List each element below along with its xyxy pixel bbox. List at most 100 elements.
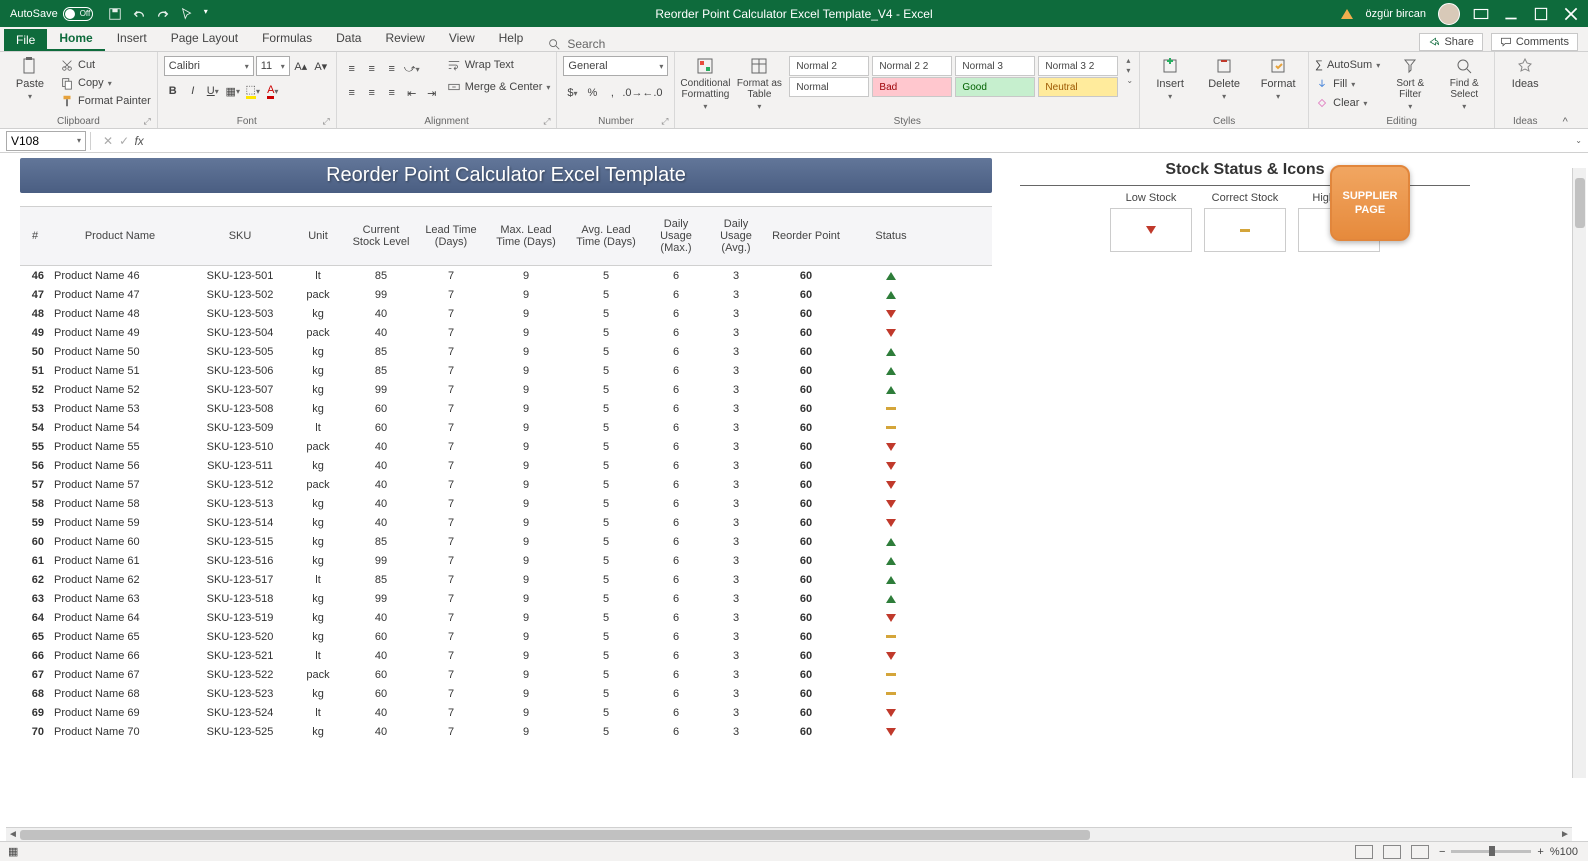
cell-style-normal[interactable]: Normal xyxy=(789,77,869,97)
tab-help[interactable]: Help xyxy=(487,27,536,51)
autosave-toggle[interactable]: Off xyxy=(63,7,93,21)
cell-style-normal-3[interactable]: Normal 3 xyxy=(955,56,1035,76)
formula-input[interactable] xyxy=(149,131,1567,151)
table-row[interactable]: 55Product Name 55SKU-123-510pack40795636… xyxy=(20,437,992,456)
tab-formulas[interactable]: Formulas xyxy=(250,27,324,51)
redo-icon[interactable] xyxy=(156,7,170,21)
cursor-icon[interactable] xyxy=(180,7,194,21)
table-row[interactable]: 49Product Name 49SKU-123-504pack40795636… xyxy=(20,323,992,342)
indent-decrease-icon[interactable]: ⇤ xyxy=(403,84,421,102)
indent-increase-icon[interactable]: ⇥ xyxy=(423,84,441,102)
currency-icon[interactable]: $▾ xyxy=(563,84,581,102)
collapse-ribbon-icon[interactable]: ^ xyxy=(1555,52,1575,128)
align-middle-icon[interactable]: ≡ xyxy=(363,60,381,78)
fill-button[interactable]: Fill▾ xyxy=(1315,75,1380,93)
orientation-icon[interactable]: ⤻▾ xyxy=(403,60,421,78)
table-row[interactable]: 53Product Name 53SKU-123-508kg607956360 xyxy=(20,399,992,418)
table-row[interactable]: 57Product Name 57SKU-123-512pack40795636… xyxy=(20,475,992,494)
table-row[interactable]: 66Product Name 66SKU-123-521lt407956360 xyxy=(20,646,992,665)
tab-view[interactable]: View xyxy=(437,27,487,51)
expand-formula-bar-icon[interactable]: ⌄ xyxy=(1575,136,1582,145)
fill-color-button[interactable]: ⬚▾ xyxy=(244,82,262,100)
delete-cells-button[interactable]: Delete▾ xyxy=(1200,56,1248,101)
supplier-page-button[interactable]: SUPPLIER PAGE xyxy=(1330,165,1410,241)
cell-style-normal-3-2[interactable]: Normal 3 2 xyxy=(1038,56,1118,76)
autosum-button[interactable]: ∑ AutoSum▾ xyxy=(1315,56,1380,74)
styles-up-icon[interactable]: ▴ xyxy=(1126,56,1133,65)
cell-style-bad[interactable]: Bad xyxy=(872,77,952,97)
percent-icon[interactable]: % xyxy=(583,84,601,102)
table-row[interactable]: 64Product Name 64SKU-123-519kg407956360 xyxy=(20,608,992,627)
align-bottom-icon[interactable]: ≡ xyxy=(383,60,401,78)
page-break-view-icon[interactable] xyxy=(1411,845,1429,859)
save-icon[interactable] xyxy=(108,7,122,21)
format-cells-button[interactable]: Format▾ xyxy=(1254,56,1302,101)
maximize-icon[interactable] xyxy=(1532,5,1550,23)
name-box[interactable]: V108▾ xyxy=(6,131,86,151)
horizontal-scrollbar[interactable]: ◄ ► xyxy=(6,827,1572,841)
minimize-icon[interactable] xyxy=(1502,5,1520,23)
italic-button[interactable]: I xyxy=(184,82,202,100)
cut-button[interactable]: Cut xyxy=(60,56,151,74)
table-row[interactable]: 56Product Name 56SKU-123-511kg407956360 xyxy=(20,456,992,475)
warning-icon[interactable] xyxy=(1341,9,1353,19)
table-row[interactable]: 51Product Name 51SKU-123-506kg857956360 xyxy=(20,361,992,380)
zoom-out-icon[interactable]: − xyxy=(1439,846,1445,858)
table-row[interactable]: 62Product Name 62SKU-123-517lt857956360 xyxy=(20,570,992,589)
tab-insert[interactable]: Insert xyxy=(105,27,159,51)
table-row[interactable]: 63Product Name 63SKU-123-518kg997956360 xyxy=(20,589,992,608)
avatar[interactable] xyxy=(1438,3,1460,25)
bold-button[interactable]: B xyxy=(164,82,182,100)
paste-button[interactable]: Paste▾ xyxy=(6,56,54,101)
comments-button[interactable]: Comments xyxy=(1491,33,1578,51)
cancel-formula-icon[interactable]: ✕ xyxy=(103,134,113,148)
share-button[interactable]: Share xyxy=(1419,33,1482,51)
table-row[interactable]: 67Product Name 67SKU-123-522pack60795636… xyxy=(20,665,992,684)
cell-style-neutral[interactable]: Neutral xyxy=(1038,77,1118,97)
font-name-select[interactable]: Calibri▾ xyxy=(164,56,254,76)
decrease-font-icon[interactable]: A▾ xyxy=(312,57,330,75)
table-row[interactable]: 54Product Name 54SKU-123-509lt607956360 xyxy=(20,418,992,437)
table-row[interactable]: 61Product Name 61SKU-123-516kg997956360 xyxy=(20,551,992,570)
page-layout-view-icon[interactable] xyxy=(1383,845,1401,859)
normal-view-icon[interactable] xyxy=(1355,845,1373,859)
underline-button[interactable]: U▾ xyxy=(204,82,222,100)
table-row[interactable]: 47Product Name 47SKU-123-502pack99795636… xyxy=(20,285,992,304)
tell-me-search[interactable]: Search xyxy=(547,37,605,51)
undo-icon[interactable] xyxy=(132,7,146,21)
sort-filter-button[interactable]: Sort & Filter▾ xyxy=(1386,56,1434,111)
table-row[interactable]: 52Product Name 52SKU-123-507kg997956360 xyxy=(20,380,992,399)
zoom-slider[interactable] xyxy=(1451,850,1531,853)
cell-style-normal-2[interactable]: Normal 2 xyxy=(789,56,869,76)
scroll-left-icon[interactable]: ◄ xyxy=(6,829,20,840)
table-row[interactable]: 59Product Name 59SKU-123-514kg407956360 xyxy=(20,513,992,532)
conditional-formatting-button[interactable]: Conditional Formatting▾ xyxy=(681,56,729,111)
close-icon[interactable] xyxy=(1562,5,1580,23)
fx-icon[interactable]: fx xyxy=(129,134,149,148)
format-as-table-button[interactable]: Format as Table▾ xyxy=(735,56,783,111)
comma-icon[interactable]: , xyxy=(603,84,621,102)
align-top-icon[interactable]: ≡ xyxy=(343,60,361,78)
increase-decimal-icon[interactable]: .0→ xyxy=(623,84,641,102)
tab-review[interactable]: Review xyxy=(373,27,436,51)
align-right-icon[interactable]: ≡ xyxy=(383,84,401,102)
number-format-select[interactable]: General▾ xyxy=(563,56,668,76)
table-row[interactable]: 58Product Name 58SKU-123-513kg407956360 xyxy=(20,494,992,513)
increase-font-icon[interactable]: A▴ xyxy=(292,57,310,75)
zoom-in-icon[interactable]: + xyxy=(1537,846,1543,858)
styles-down-icon[interactable]: ▾ xyxy=(1126,66,1133,75)
decrease-decimal-icon[interactable]: ←.0 xyxy=(643,84,661,102)
wrap-text-button[interactable]: Wrap Text xyxy=(447,56,551,74)
table-row[interactable]: 60Product Name 60SKU-123-515kg857956360 xyxy=(20,532,992,551)
worksheet-area[interactable]: Reorder Point Calculator Excel Template … xyxy=(0,153,1588,775)
scroll-right-icon[interactable]: ► xyxy=(1558,829,1572,840)
enter-formula-icon[interactable]: ✓ xyxy=(119,134,129,148)
tab-page-layout[interactable]: Page Layout xyxy=(159,27,250,51)
insert-cells-button[interactable]: Insert▾ xyxy=(1146,56,1194,101)
cell-style-normal-2-2[interactable]: Normal 2 2 xyxy=(872,56,952,76)
table-row[interactable]: 70Product Name 70SKU-123-525kg407956360 xyxy=(20,722,992,741)
tab-home[interactable]: Home xyxy=(47,27,104,51)
tab-file[interactable]: File xyxy=(4,29,47,51)
merge-center-button[interactable]: Merge & Center▾ xyxy=(447,78,551,96)
table-row[interactable]: 46Product Name 46SKU-123-501lt857956360 xyxy=(20,266,992,285)
